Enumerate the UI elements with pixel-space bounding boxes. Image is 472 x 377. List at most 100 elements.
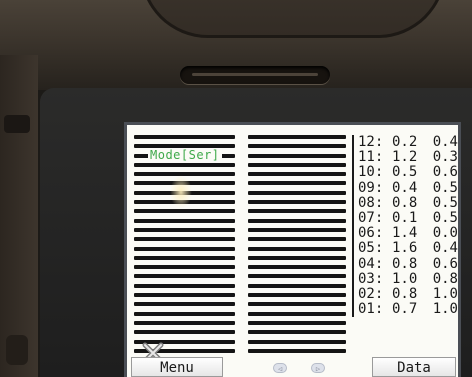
device-top-ridge xyxy=(140,0,446,38)
trace-line xyxy=(248,209,346,214)
reading-value-a: 0.8 xyxy=(392,255,418,272)
trace-line xyxy=(134,237,235,242)
reading-row: 12: 0.2 0.4 xyxy=(358,134,458,150)
trace-line xyxy=(248,274,346,279)
trace-line xyxy=(248,190,346,195)
trace-line xyxy=(248,311,346,316)
trace-line xyxy=(248,302,346,307)
reading-value-a: 0.8 xyxy=(392,286,418,303)
reading-value-a: 0.1 xyxy=(392,210,418,227)
reading-value-a: 1.4 xyxy=(392,225,418,242)
readings-list: 12: 0.2 0.4 11: 1.2 0.3 10: 0.5 0.6 09: 0.4 0.5 08: 0… xyxy=(352,134,458,318)
trace-line xyxy=(134,311,235,316)
reading-value-a: 1.6 xyxy=(392,240,418,257)
reading-value-a: 0.2 xyxy=(392,134,418,150)
device-screen: Mode[Ser] 12: 0.2 0.4 11: 1.2 0.3 10: 0.5 0.6 09:… xyxy=(127,125,458,377)
left-arrow-icon[interactable]: ◁ xyxy=(273,363,287,373)
reading-index: 02: xyxy=(358,286,384,303)
reading-value-a: 1.0 xyxy=(392,270,418,287)
trace-line xyxy=(248,153,346,158)
side-knob-lower[interactable] xyxy=(6,335,28,365)
trace-line xyxy=(248,246,346,251)
reading-value-b: 1.0 xyxy=(432,286,458,303)
device-left-housing xyxy=(0,55,38,377)
trace-line xyxy=(248,135,346,139)
reading-value-a: 1.2 xyxy=(392,149,418,166)
reading-index: 04: xyxy=(358,255,384,272)
reading-row: 01: 0.7 1.0 xyxy=(358,302,458,317)
reading-value-b: 0.4 xyxy=(432,134,458,150)
trace-line xyxy=(248,237,346,242)
reading-row: 07: 0.1 0.5 xyxy=(358,210,458,227)
reading-index: 07: xyxy=(358,210,384,227)
reading-row: 03: 1.0 0.8 xyxy=(358,270,458,287)
trace-line xyxy=(248,293,346,298)
menu-button[interactable]: Menu xyxy=(131,357,223,377)
reading-value-b: 0.5 xyxy=(432,194,458,211)
trace-line xyxy=(134,302,235,307)
trace-line xyxy=(134,274,235,279)
trace-line xyxy=(248,200,346,205)
trace-display: Mode[Ser] xyxy=(132,135,352,364)
reading-row: 02: 0.8 1.0 xyxy=(358,286,458,303)
trace-line xyxy=(134,293,235,298)
trace-line xyxy=(134,135,235,139)
trace-line xyxy=(134,218,235,223)
reading-value-b: 0.3 xyxy=(432,149,458,166)
reading-index: 05: xyxy=(358,240,384,257)
trace-line xyxy=(134,162,235,167)
trace-line xyxy=(134,227,235,232)
trace-line xyxy=(134,283,235,288)
trace-line xyxy=(248,265,346,270)
reading-row: 09: 0.4 0.5 xyxy=(358,179,458,196)
softkey-bar: Menu ◁ ▷ Data xyxy=(127,357,458,377)
trace-line xyxy=(134,246,235,251)
reading-value-b: 0.4 xyxy=(432,240,458,257)
trace-line xyxy=(248,227,346,232)
trace-line xyxy=(134,265,235,270)
reading-index: 10: xyxy=(358,164,384,181)
reading-value-a: 0.4 xyxy=(392,179,418,196)
reading-value-a: 0.5 xyxy=(392,164,418,181)
reading-value-b: 0.5 xyxy=(432,210,458,227)
reading-index: 08: xyxy=(358,194,384,211)
reading-row: 10: 0.5 0.6 xyxy=(358,165,458,180)
trace-column-right xyxy=(248,135,346,353)
reading-value-a: 0.7 xyxy=(392,301,418,318)
trace-line xyxy=(248,181,346,186)
trace-line xyxy=(248,218,346,223)
speaker-grille xyxy=(180,66,330,84)
trace-line xyxy=(134,209,235,214)
reading-index: 06: xyxy=(358,225,384,242)
trace-line xyxy=(248,330,346,335)
reading-index: 03: xyxy=(358,270,384,287)
trace-line xyxy=(134,320,235,325)
trace-column-left xyxy=(134,135,235,353)
trace-line xyxy=(134,330,235,335)
reading-value-b: 0.0 xyxy=(432,225,458,242)
reading-value-a: 0.8 xyxy=(392,194,418,211)
trace-line xyxy=(248,283,346,288)
trace-line xyxy=(134,255,235,260)
reading-row: 05: 1.6 0.4 xyxy=(358,241,458,256)
trace-line xyxy=(248,320,346,325)
data-button[interactable]: Data xyxy=(372,357,456,377)
side-knob[interactable] xyxy=(4,115,30,133)
trace-line xyxy=(248,162,346,167)
trace-line xyxy=(248,144,346,149)
device-top-housing xyxy=(0,0,472,90)
reading-row: 04: 0.8 0.6 xyxy=(358,255,458,272)
reading-value-b: 0.6 xyxy=(432,164,458,181)
reading-value-b: 1.0 xyxy=(432,301,458,318)
reading-value-b: 0.8 xyxy=(432,270,458,287)
right-arrow-icon[interactable]: ▷ xyxy=(311,363,325,373)
reading-value-b: 0.6 xyxy=(432,255,458,272)
reading-index: 12: xyxy=(358,134,384,150)
reading-index: 09: xyxy=(358,179,384,196)
reading-row: 08: 0.8 0.5 xyxy=(358,194,458,211)
mode-label: Mode[Ser] xyxy=(148,148,222,162)
reading-index: 01: xyxy=(358,301,384,318)
trace-line xyxy=(248,339,346,344)
trace-line xyxy=(248,172,346,177)
screen-glare xyxy=(170,175,192,209)
